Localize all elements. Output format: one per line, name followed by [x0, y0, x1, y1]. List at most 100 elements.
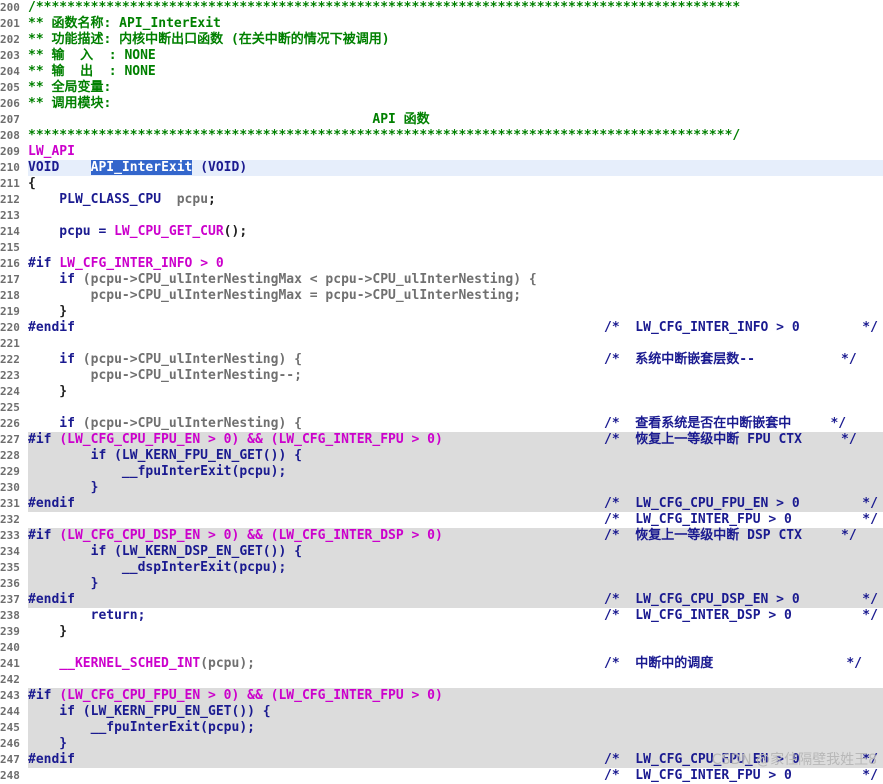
line-number: 231	[0, 496, 28, 512]
line-number: 224	[0, 384, 28, 400]
line-number: 202	[0, 32, 28, 48]
code-line[interactable]: 216 #if LW_CFG_INTER_INFO > 0	[0, 256, 883, 272]
code-token: LW_API	[28, 144, 75, 159]
code-line[interactable]: 210 VOID API_InterExit (VOID)	[0, 160, 883, 176]
code-line[interactable]: 239 }	[0, 624, 883, 640]
code-line[interactable]: 214 pcpu = LW_CPU_GET_CUR();	[0, 224, 883, 240]
code-line[interactable]: 222 if (pcpu->CPU_ulInterNesting) {/* 系统…	[0, 352, 883, 368]
code-line[interactable]: 207 API 函数	[0, 112, 883, 128]
code-line[interactable]: 211{	[0, 176, 883, 192]
code-line[interactable]: 236 }	[0, 576, 883, 592]
trailing-comment: /* LW_CFG_CPU_FPU_EN > 0 */	[604, 496, 878, 511]
line-number: 211	[0, 176, 28, 192]
line-number: 229	[0, 464, 28, 480]
code-token: pcpu->CPU_ulInterNestingMax = pcpu->CPU_…	[28, 288, 522, 303]
code-line[interactable]: 234 if (LW_KERN_DSP_EN_GET()) {	[0, 544, 883, 560]
trailing-comment: /* 系统中断嵌套层数-- */	[604, 352, 857, 367]
line-number: 232	[0, 512, 28, 528]
code-line[interactable]: 231 #endif /* LW_CFG_CPU_FPU_EN > 0 */	[0, 496, 883, 512]
line-number: 204	[0, 64, 28, 80]
code-line[interactable]: 219 }	[0, 304, 883, 320]
code-text: if (pcpu->CPU_ulInterNesting) {	[28, 352, 302, 368]
line-number: 242	[0, 672, 28, 688]
code-line[interactable]: 232 /* LW_CFG_INTER_FPU > 0 */	[0, 512, 883, 528]
code-line[interactable]: 240	[0, 640, 883, 656]
code-line[interactable]: 233 #if (LW_CFG_CPU_DSP_EN > 0) && (LW_CF…	[0, 528, 883, 544]
code-line[interactable]: 224 }	[0, 384, 883, 400]
code-line[interactable]: 223 pcpu->CPU_ulInterNesting--;	[0, 368, 883, 384]
line-number: 210	[0, 160, 28, 176]
code-token: }	[28, 624, 68, 639]
code-token: __KERNEL_SCHED_INT	[28, 656, 201, 671]
line-number: 230	[0, 480, 28, 496]
code-line[interactable]: 208 *************************************…	[0, 128, 883, 144]
code-line[interactable]: 241 __KERNEL_SCHED_INT(pcpu); /* 中断中的调度 *…	[0, 656, 883, 672]
line-number: 213	[0, 208, 28, 224]
code-editor[interactable]: 200/************************************…	[0, 0, 883, 784]
line-number: 226	[0, 416, 28, 432]
code-line[interactable]: 218 pcpu->CPU_ulInterNestingMax = pcpu->…	[0, 288, 883, 304]
code-line[interactable]: 200/************************************…	[0, 0, 883, 16]
code-line[interactable]: 215	[0, 240, 883, 256]
code-token: if	[28, 352, 83, 367]
code-line[interactable]: 244 if (LW_KERN_FPU_EN_GET()) {	[0, 704, 883, 720]
code-line[interactable]: 205 ** 全局变量:	[0, 80, 883, 96]
code-token: __fpuInterExit(pcpu);	[28, 464, 287, 479]
code-token: API 函数	[28, 112, 430, 127]
code-token: ** 全局变量:	[28, 80, 112, 95]
code-token: return;	[28, 608, 146, 623]
code-token: }	[28, 576, 99, 591]
code-text: pcpu = LW_CPU_GET_CUR();	[28, 224, 247, 240]
code-line[interactable]: 217 if (pcpu->CPU_ulInterNestingMax < pc…	[0, 272, 883, 288]
code-line[interactable]: 242	[0, 672, 883, 688]
code-line[interactable]: 209 LW_API	[0, 144, 883, 160]
code-line[interactable]: 245 __fpuInterExit(pcpu);	[0, 720, 883, 736]
code-line[interactable]: 238 return; /* LW_CFG_INTER_DSP > 0 */	[0, 608, 883, 624]
code-text: ** 函数名称: API_InterExit	[28, 16, 221, 32]
code-line[interactable]: 243 #if (LW_CFG_CPU_FPU_EN > 0) && (LW_CF…	[0, 688, 883, 704]
code-line[interactable]: 213	[0, 208, 883, 224]
code-token: ** 功能描述: 内核中断出口函数 (在关中断的情况下被调用)	[28, 32, 390, 47]
code-text: if (LW_KERN_DSP_EN_GET()) {	[28, 544, 302, 560]
code-token: (LW_CFG_CPU_FPU_EN > 0) && (LW_CFG_INTER…	[59, 688, 443, 703]
line-number: 208	[0, 128, 28, 144]
code-line[interactable]: 237 #endif /* LW_CFG_CPU_DSP_EN > 0 */	[0, 592, 883, 608]
code-line[interactable]: 230 }	[0, 480, 883, 496]
code-line[interactable]: 204 ** 输 出 : NONE	[0, 64, 883, 80]
code-line[interactable]: 220 #endif /* LW_CFG_INTER_INFO > 0 */	[0, 320, 883, 336]
trailing-comment: /* LW_CFG_INTER_INFO > 0 */	[604, 320, 878, 335]
line-number: 209	[0, 144, 28, 160]
code-line[interactable]: 226 if (pcpu->CPU_ulInterNesting) {/* 查看…	[0, 416, 883, 432]
code-text: #if (LW_CFG_CPU_FPU_EN > 0) && (LW_CFG_I…	[28, 688, 443, 704]
code-token: if (LW_KERN_FPU_EN_GET()) {	[28, 448, 302, 463]
code-text: if (pcpu->CPU_ulInterNestingMax < pcpu->…	[28, 272, 537, 288]
code-token: (pcpu->CPU_ulInterNestingMax < pcpu->CPU…	[82, 272, 537, 287]
code-line[interactable]: 206 ** 调用模块:	[0, 96, 883, 112]
code-token: (LW_CFG_CPU_FPU_EN > 0) && (LW_CFG_INTER…	[59, 432, 443, 447]
code-line[interactable]: 229 __fpuInterExit(pcpu);	[0, 464, 883, 480]
code-token: ** 调用模块:	[28, 96, 112, 111]
line-number: 215	[0, 240, 28, 256]
code-line[interactable]: 225	[0, 400, 883, 416]
code-text: }	[28, 304, 67, 320]
code-token: }	[28, 384, 68, 399]
code-line[interactable]: 248 /* LW_CFG_INTER_FPU > 0 */	[0, 768, 883, 784]
code-line[interactable]: 212 PLW_CLASS_CPU pcpu;	[0, 192, 883, 208]
code-text: ** 全局变量:	[28, 80, 111, 96]
code-text: return;	[28, 608, 146, 624]
code-text: }	[28, 384, 67, 400]
trailing-comment: /* 中断中的调度 */	[604, 656, 863, 671]
code-token: LW_CPU_GET_CUR	[114, 224, 224, 239]
code-line[interactable]: 235 __dspInterExit(pcpu);	[0, 560, 883, 576]
code-token: #if	[28, 528, 60, 543]
line-number: 244	[0, 704, 28, 720]
code-line[interactable]: 203 ** 输 入 : NONE	[0, 48, 883, 64]
line-number: 239	[0, 624, 28, 640]
code-line[interactable]: 221	[0, 336, 883, 352]
code-line[interactable]: 202 ** 功能描述: 内核中断出口函数 (在关中断的情况下被调用)	[0, 32, 883, 48]
code-text: #if LW_CFG_INTER_INFO > 0	[28, 256, 224, 272]
code-token: if	[28, 416, 83, 431]
code-line[interactable]: 228 if (LW_KERN_FPU_EN_GET()) {	[0, 448, 883, 464]
code-line[interactable]: 201 ** 函数名称: API_InterExit	[0, 16, 883, 32]
code-line[interactable]: 227 #if (LW_CFG_CPU_FPU_EN > 0) && (LW_CF…	[0, 432, 883, 448]
